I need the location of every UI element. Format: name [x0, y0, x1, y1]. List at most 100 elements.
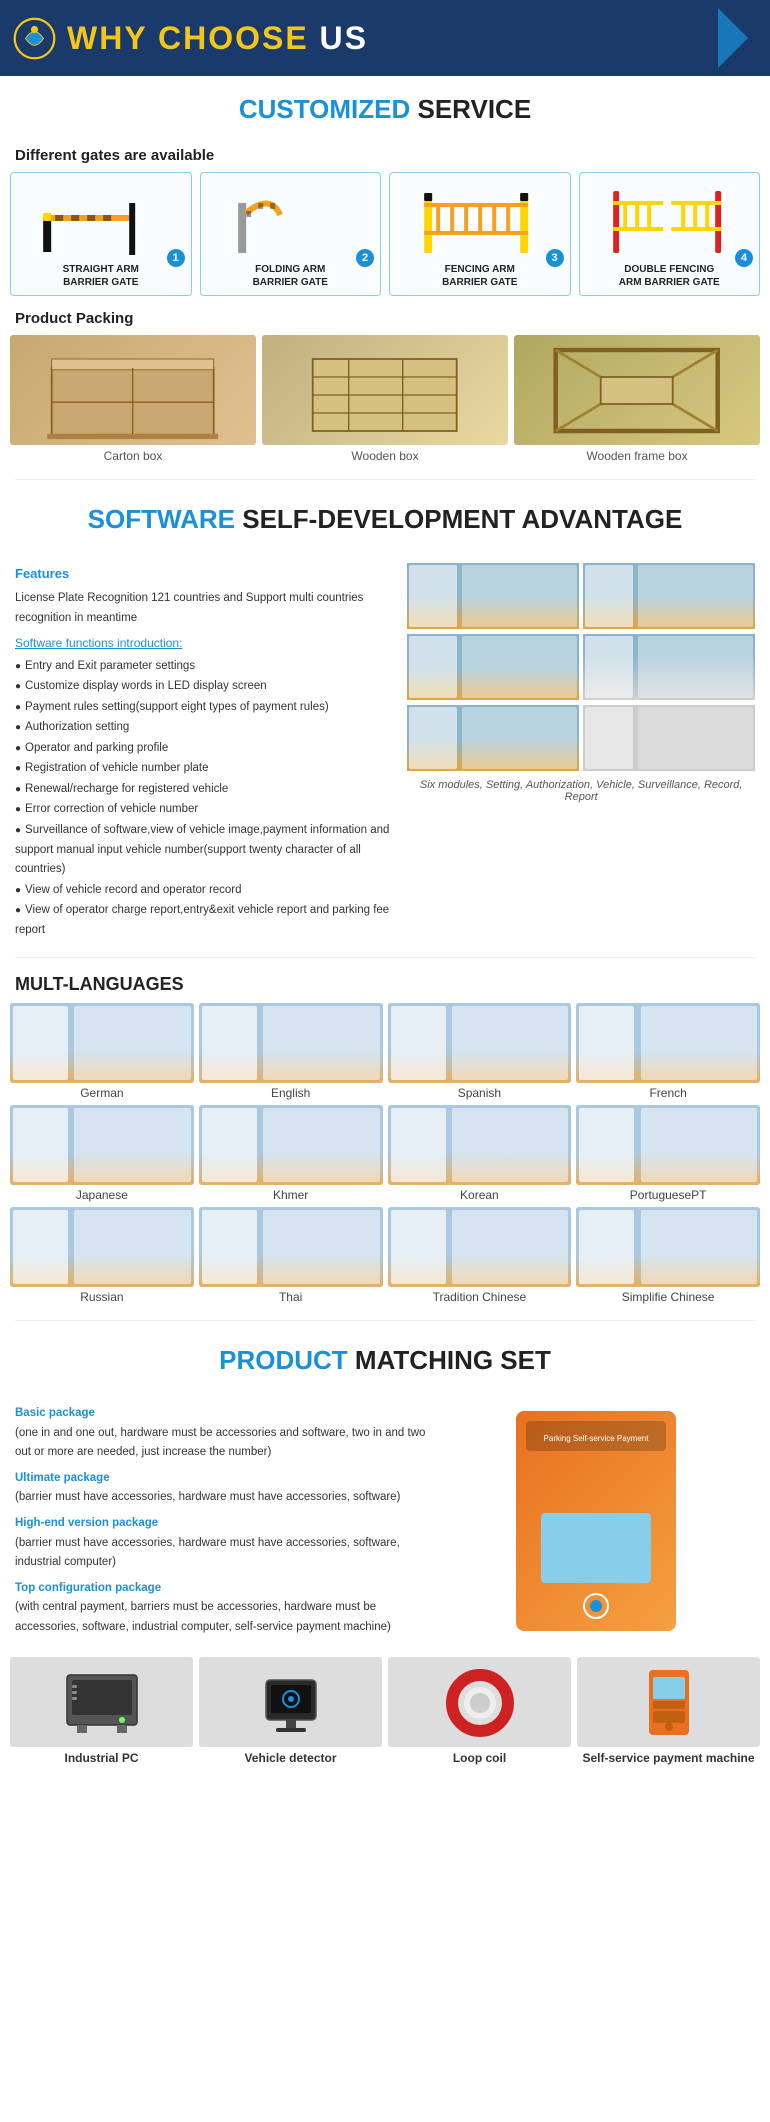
- vehicle-detector-image: [199, 1657, 382, 1747]
- header: WHY CHOOSE US: [0, 0, 770, 76]
- bottom-items: Industrial PC Vehicle detector Loop coil: [0, 1647, 770, 1775]
- gate-num-3: 3: [546, 249, 564, 267]
- lang-item-german: German: [10, 1003, 194, 1100]
- lang-image-khmer: [199, 1105, 383, 1185]
- gate-svg-3: [403, 183, 557, 255]
- highend-package: High-end version package(barrier must ha…: [15, 1514, 428, 1573]
- intro-title: Software functions introduction:: [15, 633, 397, 653]
- vehicle-detector-item: Vehicle detector: [199, 1657, 382, 1765]
- lang-image-thai: [199, 1207, 383, 1287]
- lang-image-french: [576, 1003, 760, 1083]
- gate-item-4: 4 DOUBLE FENCINGARM BARRIER GATE: [579, 172, 761, 296]
- lang-label-japanese: Japanese: [10, 1188, 194, 1202]
- packing-grid: Carton box Wooden box: [0, 335, 770, 473]
- packing-heading: Product Packing: [0, 306, 770, 335]
- lang-item-english: English: [199, 1003, 383, 1100]
- software-text: Features License Plate Recognition 121 c…: [15, 563, 397, 941]
- packing-image-2: [262, 335, 508, 445]
- gate-label-1: STRAIGHT ARMBARRIER GATE: [15, 263, 187, 289]
- lang-item-spanish: Spanish: [388, 1003, 572, 1100]
- self-service-payment-label: Self-service payment machine: [577, 1751, 760, 1765]
- header-title: WHY CHOOSE US: [67, 20, 368, 57]
- packing-image-1: [10, 335, 256, 445]
- product-section-title: PRODUCT MATCHING SET: [0, 1327, 770, 1394]
- packing-item-3: Wooden frame box: [514, 335, 760, 463]
- top-package-desc: (with central payment, barriers must be …: [15, 1601, 391, 1633]
- ultimate-package-desc: (barrier must have accessories, hardware…: [15, 1491, 400, 1503]
- lang-item-french: French: [576, 1003, 760, 1100]
- machine-header-svg: Parking Self-service Payment: [526, 1421, 666, 1451]
- loop-coil-label: Loop coil: [388, 1751, 571, 1765]
- lang-image-korean: [388, 1105, 572, 1185]
- gate-num-4: 4: [735, 249, 753, 267]
- wooden-svg: [274, 341, 495, 440]
- software-images: Six modules, Setting, Authorization, Veh…: [407, 563, 755, 941]
- machine-logo-svg: [566, 1591, 626, 1621]
- gates-grid: 1 STRAIGHT ARMBARRIER GATE 2 FOLDING ARM…: [0, 172, 770, 306]
- lang-item-portuguese: PortuguesePT: [576, 1105, 760, 1202]
- packing-label-3: Wooden frame box: [514, 449, 760, 463]
- features-title: Features: [15, 563, 397, 585]
- logo-icon: [12, 16, 57, 61]
- gate-item-2: 2 FOLDING ARMBARRIER GATE: [200, 172, 382, 296]
- gate-item-3: 3 FENCING ARMBARRIER GATE: [389, 172, 571, 296]
- languages-section: MULT-LANGUAGES German English: [0, 964, 770, 1314]
- function-item-1: Entry and Exit parameter settings: [15, 657, 397, 677]
- payment-machine: Parking Self-service Payment: [516, 1411, 676, 1631]
- software-content: Features License Plate Recognition 121 c…: [0, 553, 770, 951]
- soft-img-row-3: [407, 705, 755, 771]
- lang-item-russian: Russian: [10, 1207, 194, 1304]
- lang-image-english: [199, 1003, 383, 1083]
- carton-svg: [22, 341, 243, 440]
- lang-label-german: German: [10, 1086, 194, 1100]
- features-desc: License Plate Recognition 121 countries …: [15, 589, 397, 628]
- loop-coil-image: [388, 1657, 571, 1747]
- product-packages: Basic package(one in and one out, hardwa…: [15, 1404, 428, 1637]
- gate-image-2: [205, 179, 377, 259]
- packing-image-3: [514, 335, 760, 445]
- soft-img-row-2: [407, 634, 755, 700]
- lang-label-korean: Korean: [388, 1188, 572, 1202]
- gate-num-1: 1: [167, 249, 185, 267]
- lang-image-spanish: [388, 1003, 572, 1083]
- software-caption: Six modules, Setting, Authorization, Veh…: [407, 779, 755, 803]
- lang-item-simplifie-chinese: Simplifie Chinese: [576, 1207, 760, 1304]
- function-item-4: Authorization setting: [15, 718, 397, 738]
- header-decoration: [718, 8, 758, 68]
- function-item-11: View of operator charge report,entry&exi…: [15, 901, 397, 940]
- basic-package-title: Basic package(one in and one out, hardwa…: [15, 1404, 428, 1463]
- gate-svg-2: [213, 183, 367, 255]
- loop-coil-item: Loop coil: [388, 1657, 571, 1765]
- lang-label-russian: Russian: [10, 1290, 194, 1304]
- lang-label-simplifie-chinese: Simplifie Chinese: [576, 1290, 760, 1304]
- lang-item-japanese: Japanese: [10, 1105, 194, 1202]
- lang-label-english: English: [199, 1086, 383, 1100]
- lang-label-thai: Thai: [199, 1290, 383, 1304]
- soft-screenshot-2: [583, 563, 755, 629]
- lang-image-russian: [10, 1207, 194, 1287]
- divider-3: [15, 1320, 755, 1321]
- lang-image-tradition-chinese: [388, 1207, 572, 1287]
- gate-label-4: DOUBLE FENCINGARM BARRIER GATE: [584, 263, 756, 289]
- lang-item-khmer: Khmer: [199, 1105, 383, 1202]
- soft-img-row-1: [407, 563, 755, 629]
- gate-label-2: FOLDING ARMBARRIER GATE: [205, 263, 377, 289]
- function-item-3: Payment rules setting(support eight type…: [15, 698, 397, 718]
- gate-label-3: FENCING ARMBARRIER GATE: [394, 263, 566, 289]
- self-service-payment-image: [577, 1657, 760, 1747]
- lang-item-korean: Korean: [388, 1105, 572, 1202]
- customized-title: CUSTOMIZED SERVICE: [15, 94, 755, 125]
- product-content: Basic package(one in and one out, hardwa…: [0, 1394, 770, 1647]
- gate-svg-4: [592, 183, 746, 255]
- vehicle-detector-label: Vehicle detector: [199, 1751, 382, 1765]
- lang-label-spanish: Spanish: [388, 1086, 572, 1100]
- function-item-2: Customize display words in LED display s…: [15, 677, 397, 697]
- function-item-9: Surveillance of software,view of vehicle…: [15, 821, 397, 880]
- lang-label-portuguese: PortuguesePT: [576, 1188, 760, 1202]
- gate-image-1: [15, 179, 187, 259]
- divider-1: [15, 479, 755, 480]
- industrial-pc-image: [10, 1657, 193, 1747]
- lang-label-tradition-chinese: Tradition Chinese: [388, 1290, 572, 1304]
- soft-screenshot-3: [407, 634, 579, 700]
- software-title: SOFTWARE SELF-DEVELOPMENT ADVANTAGE: [15, 504, 755, 535]
